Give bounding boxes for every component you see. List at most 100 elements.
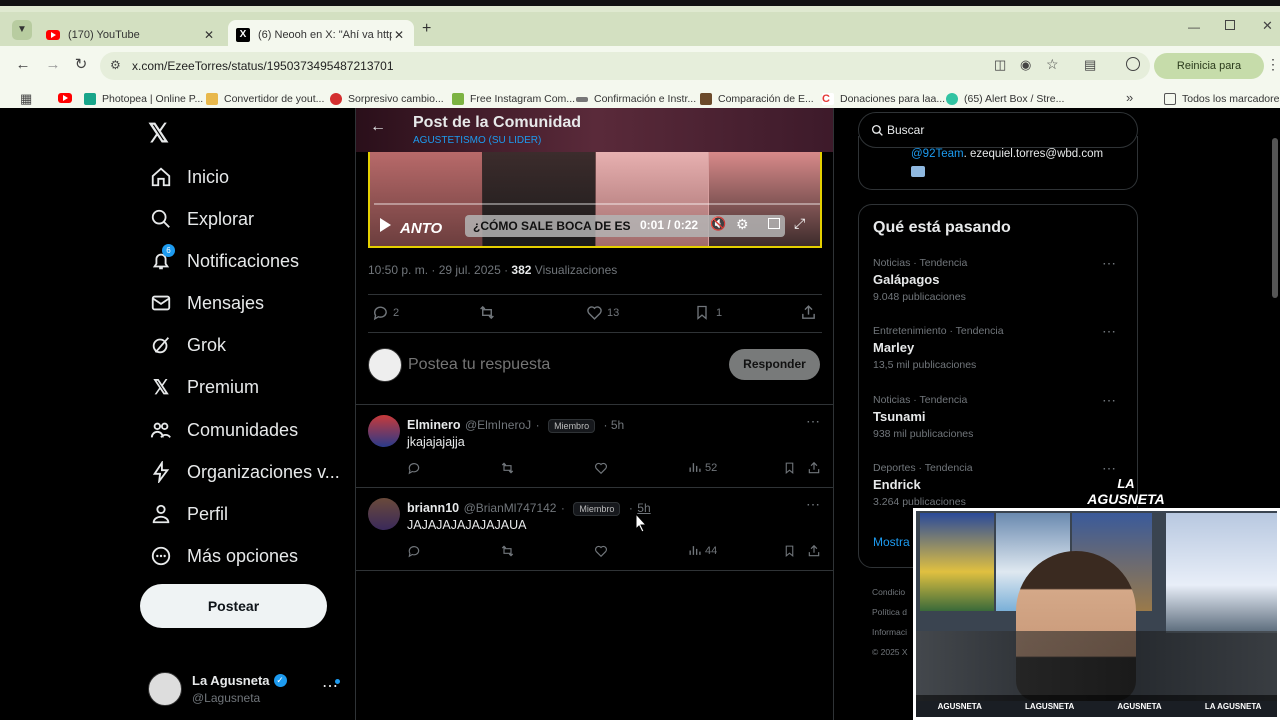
contact-handle[interactable]: @92Team	[911, 148, 964, 160]
tab-list-button[interactable]: ▼	[12, 20, 32, 40]
more-icon[interactable]: ⋯	[1102, 255, 1117, 272]
reply-post[interactable]: Elminero @ElmIneroJ · Miembro · 5h ⋯ jka…	[356, 405, 833, 487]
avatar	[368, 348, 402, 382]
heart-icon[interactable]	[594, 461, 608, 475]
reply-button[interactable]: 2	[372, 304, 399, 321]
pip-icon[interactable]	[768, 218, 780, 229]
sidebar-item-explorar[interactable]: Explorar	[148, 201, 254, 237]
poster-image	[920, 513, 994, 611]
sidebar-item-mas-opciones[interactable]: Más opciones	[148, 538, 298, 574]
extensions-icon[interactable]: ▤	[1084, 57, 1096, 73]
video-player[interactable]: ANTO ¿CÓMO SALE BOCA DE ES 0:01 / 0:22 🔇…	[368, 152, 822, 248]
menu-icon[interactable]: ⋮	[1266, 56, 1280, 73]
bookmark-item[interactable]: Confirmación e Instr...	[576, 90, 696, 108]
sidebar-item-notificaciones[interactable]: 6 Notificaciones	[148, 243, 299, 279]
avatar[interactable]	[368, 415, 400, 447]
youtube-icon[interactable]	[58, 93, 72, 103]
site-info-icon[interactable]: ⚙	[110, 58, 121, 72]
more-icon[interactable]: ⋯	[806, 496, 820, 513]
repost-icon[interactable]	[500, 461, 515, 475]
bookmark-item[interactable]: Sorpresivo cambio...	[330, 90, 444, 108]
sidebar-item-comunidades[interactable]: Comunidades	[148, 412, 298, 448]
bookmark-icon[interactable]	[783, 544, 796, 558]
reply-icon[interactable]	[407, 461, 421, 475]
mute-icon[interactable]: 🔇	[710, 216, 726, 232]
footer-link[interactable]: Política d	[872, 602, 908, 622]
reply-icon[interactable]	[407, 544, 421, 558]
heart-icon[interactable]	[594, 544, 608, 558]
minimize-icon[interactable]: —	[1188, 20, 1200, 34]
views-button[interactable]: 52	[688, 461, 717, 474]
footer-link[interactable]: Informaci	[872, 622, 908, 642]
trend-item[interactable]: Entretenimiento · Tendencia Marley 13,5 …	[873, 323, 1123, 371]
reply-button-submit[interactable]: Responder	[729, 349, 820, 380]
more-icon[interactable]: ⋯	[806, 413, 820, 430]
play-icon[interactable]	[380, 218, 391, 232]
community-name[interactable]: AGUSTETISMO (SU LIDER)	[413, 135, 541, 146]
sidebar-item-organizaciones[interactable]: Organizaciones v...	[148, 454, 340, 490]
sidebar-item-inicio[interactable]: Inicio	[148, 159, 229, 195]
bookmark-item[interactable]: C Donaciones para laa...	[822, 90, 945, 108]
reply-time[interactable]: · 5h	[604, 418, 625, 432]
back-arrow-icon[interactable]: ←	[370, 118, 386, 136]
more-icon[interactable]: ⋯	[1102, 323, 1117, 340]
restore-icon[interactable]	[1225, 20, 1235, 30]
share-icon[interactable]	[807, 461, 821, 475]
chart-icon	[689, 546, 701, 555]
apps-grid-icon[interactable]: ▦	[20, 91, 32, 107]
profile-icon[interactable]	[1126, 57, 1140, 71]
post-timestamp[interactable]: 10:50 p. m. · 29 jul. 2025 ·	[368, 263, 511, 277]
share-button[interactable]	[800, 304, 817, 321]
trend-item[interactable]: Noticias · Tendencia Tsunami 938 mil pub…	[873, 392, 1123, 440]
video-progress[interactable]	[374, 203, 820, 205]
eye-off-icon[interactable]: ◉	[1020, 57, 1031, 73]
update-button[interactable]: Reinicia para actualizar	[1154, 53, 1264, 98]
scrollbar[interactable]	[1272, 138, 1278, 298]
views-button[interactable]: 44	[688, 544, 717, 557]
bookmark-icon[interactable]	[783, 461, 796, 475]
post-button[interactable]: Postear	[140, 584, 327, 628]
settings-icon[interactable]: ⚙	[736, 216, 749, 233]
star-icon[interactable]: ☆	[1046, 56, 1059, 73]
account-switcher[interactable]: La Agusneta ✓ @Lagusneta ⋯	[148, 668, 348, 708]
bookmark-item[interactable]: (65) Alert Box / Stre...	[946, 90, 1064, 108]
share-icon[interactable]	[807, 544, 821, 558]
close-icon[interactable]: ✕	[392, 28, 406, 42]
back-icon[interactable]: ←	[14, 56, 32, 74]
reload-icon[interactable]: ↻	[72, 56, 90, 74]
forward-icon[interactable]: →	[44, 56, 62, 74]
reply-input[interactable]	[408, 353, 708, 377]
sidebar-item-mensajes[interactable]: Mensajes	[148, 285, 264, 321]
reply-post[interactable]: briann10 @BrianMl747142 · Miembro · 5h ⋯…	[356, 488, 833, 570]
like-button[interactable]: 13	[586, 304, 619, 321]
reply-author[interactable]: Elminero	[407, 418, 461, 432]
trend-item[interactable]: Noticias · Tendencia Galápagos 9.048 pub…	[873, 255, 1123, 303]
close-window-icon[interactable]: ✕	[1262, 18, 1273, 34]
reply-handle[interactable]: @BrianMl747142	[464, 501, 557, 515]
install-icon[interactable]: ◫	[994, 57, 1006, 73]
show-more-link[interactable]: Mostra	[873, 535, 910, 549]
chevron-right-icon[interactable]: »	[1126, 90, 1133, 105]
bookmark-item[interactable]: Comparación de E...	[700, 90, 814, 108]
bookmark-button[interactable]: 1	[694, 304, 722, 321]
reply-author[interactable]: briann10	[407, 501, 459, 515]
repost-icon[interactable]	[500, 544, 515, 558]
all-bookmarks[interactable]: Todos los marcadores	[1164, 90, 1280, 108]
sidebar-item-premium[interactable]: 𝕏 Premium	[148, 369, 259, 405]
address-bar[interactable]: ⚙ x.com/EzeeTorres/status/19503734954872…	[100, 52, 1150, 80]
bookmark-item[interactable]: Convertidor de yout...	[206, 90, 324, 108]
bookmark-item[interactable]: Photopea | Online P...	[84, 90, 203, 108]
more-icon[interactable]: ⋯	[1102, 460, 1117, 477]
more-icon[interactable]: ⋯	[1102, 392, 1117, 409]
new-tab-button[interactable]: +	[422, 20, 431, 38]
sidebar-item-grok[interactable]: Grok	[148, 327, 226, 363]
fullscreen-icon[interactable]: ⤢	[794, 215, 805, 232]
x-logo-icon[interactable]: 𝕏	[148, 118, 169, 149]
close-icon[interactable]: ✕	[202, 28, 216, 42]
repost-button[interactable]	[478, 304, 496, 321]
reply-handle[interactable]: @ElmIneroJ	[465, 418, 531, 432]
sidebar-item-perfil[interactable]: Perfil	[148, 496, 228, 532]
bookmark-item[interactable]: Free Instagram Com...	[452, 90, 575, 108]
footer-link[interactable]: Condicio	[872, 582, 908, 602]
avatar[interactable]	[368, 498, 400, 530]
